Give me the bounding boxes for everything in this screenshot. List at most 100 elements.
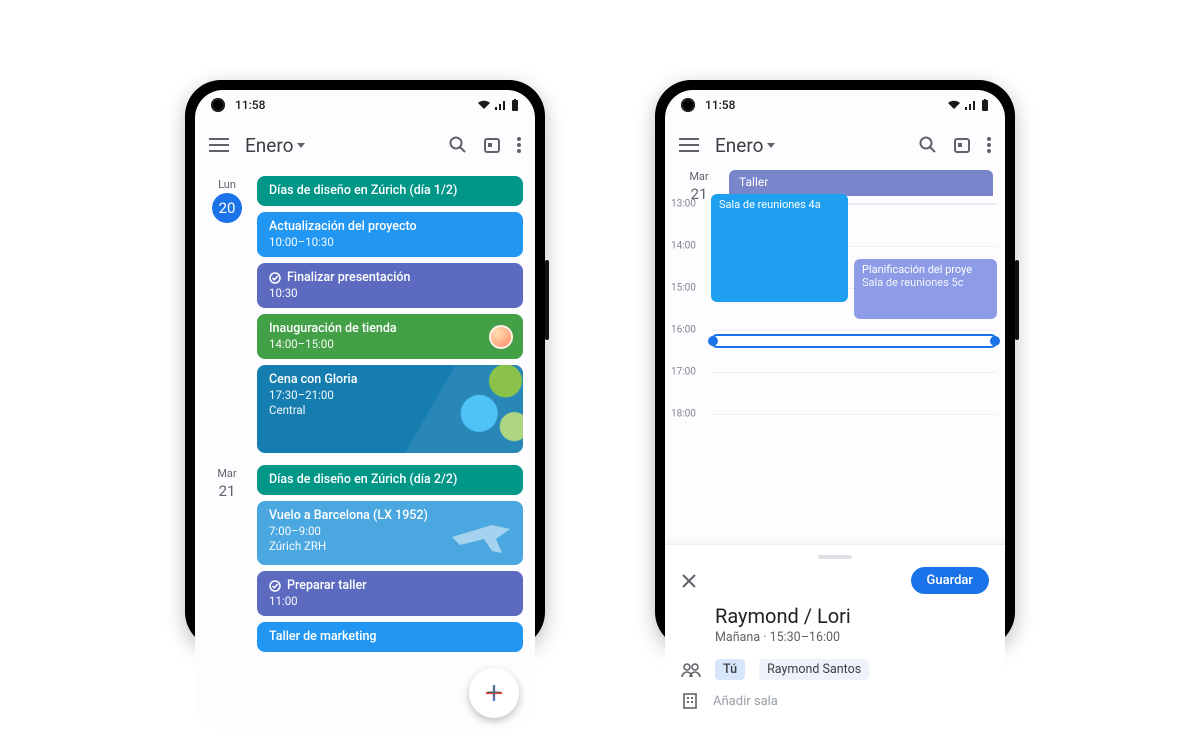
- month-label: Enero: [245, 134, 293, 157]
- battery-icon: [511, 99, 519, 111]
- events-col: Días de diseño en Zúrich (día 2/2) Vuelo …: [257, 465, 523, 658]
- airplane-icon: [447, 507, 517, 561]
- event-card[interactable]: Días de diseño en Zúrich (día 1/2): [257, 176, 523, 206]
- app-bar: Enero: [665, 120, 1005, 170]
- hour-line: [711, 330, 997, 331]
- more-vert-icon[interactable]: [987, 137, 991, 153]
- room-row[interactable]: Añadir sala: [681, 692, 989, 710]
- dow: Mar: [677, 170, 721, 183]
- schedule-list[interactable]: Lun 20 Días de diseño en Zúrich (día 1/2) A…: [195, 176, 535, 658]
- event-sub: Sala de reuniones 5c: [862, 276, 989, 289]
- event-card[interactable]: Inauguración de tienda14:00–15:00: [257, 314, 523, 359]
- event-title: Preparar taller: [269, 578, 511, 593]
- screen: 11:58 Enero Lun 20 Días de diseño en Zúric…: [195, 90, 535, 730]
- event-title: Días de diseño en Zúrich (día 1/2): [269, 183, 511, 198]
- status-bar: 11:58: [195, 90, 535, 120]
- screen: 11:58 Enero Mar 21 Taller: [665, 90, 1005, 730]
- search-icon[interactable]: [919, 136, 937, 154]
- battery-icon: [981, 99, 989, 111]
- status-time: 11:58: [235, 98, 265, 112]
- event-title: Planificación del proye: [862, 263, 989, 276]
- create-fab[interactable]: +: [469, 668, 519, 718]
- camera-hole-icon: [211, 98, 225, 112]
- day-label: Mar 21: [205, 465, 249, 658]
- event-time: 10:30: [269, 286, 511, 300]
- guest-chip-me[interactable]: Tú: [715, 659, 745, 680]
- event-card[interactable]: Actualización del proyecto10:00–10:30: [257, 212, 523, 257]
- event-title: Actualización del proyecto: [269, 219, 511, 234]
- allday-title: Taller: [739, 175, 768, 189]
- event-block[interactable]: Sala de reuniones 4a: [711, 194, 848, 302]
- allday-event[interactable]: Taller: [729, 170, 993, 196]
- event-title: Finalizar presentación: [269, 270, 511, 285]
- day-section: Lun 20 Días de diseño en Zúrich (día 1/2) A…: [205, 176, 523, 459]
- status-right: [477, 99, 519, 111]
- event-title: Sala de reuniones 4a: [719, 198, 840, 211]
- event-card[interactable]: Vuelo a Barcelona (LX 1952)7:00–9:00Zúri…: [257, 501, 523, 565]
- save-label: Guardar: [927, 573, 974, 588]
- chevron-down-icon: [297, 143, 305, 148]
- status-right: [947, 99, 989, 111]
- chevron-down-icon: [767, 143, 775, 148]
- event-title[interactable]: Raymond / Lori: [715, 604, 989, 628]
- event-time[interactable]: Mañana · 15:30–16:00: [715, 630, 989, 645]
- guests-row[interactable]: Tú Raymond Santos: [681, 659, 989, 680]
- event-title: Días de diseño en Zúrich (día 2/2): [269, 472, 511, 487]
- month-picker[interactable]: Enero: [715, 134, 775, 157]
- close-icon[interactable]: [681, 573, 697, 589]
- dom: 21: [205, 482, 249, 500]
- calendar-today-icon[interactable]: [953, 136, 971, 154]
- event-title: Taller de marketing: [269, 629, 511, 644]
- event-time: 14:00–15:00: [269, 337, 511, 351]
- dow: Mar: [205, 467, 249, 480]
- status-time: 11:58: [705, 98, 735, 112]
- signal-icon: [965, 100, 977, 110]
- app-bar: Enero: [195, 120, 535, 170]
- fab-plus: +: [487, 678, 502, 708]
- phone-left: 11:58 Enero Lun 20 Días de diseño en Zúric…: [185, 80, 545, 648]
- add-room-label: Añadir sala: [713, 694, 778, 709]
- event-card[interactable]: Finalizar presentación10:30: [257, 263, 523, 308]
- event-create-sheet: Guardar Raymond / Lori Mañana · 15:30–16…: [665, 544, 1005, 730]
- check-circle-icon: [269, 272, 281, 284]
- hour-label: 17:00: [671, 367, 696, 378]
- hour-line: [711, 372, 997, 373]
- attendee-avatar: [489, 325, 513, 349]
- phone-right: 11:58 Enero Mar 21 Taller: [655, 80, 1015, 648]
- event-time: 10:00–10:30: [269, 235, 511, 249]
- event-title: Inauguración de tienda: [269, 321, 511, 336]
- camera-hole-icon: [681, 98, 695, 112]
- event-block[interactable]: Planificación del proyeSala de reuniones…: [854, 259, 997, 319]
- day-section: Mar 21 Días de diseño en Zúrich (día 2/2) V…: [205, 465, 523, 658]
- room-icon: [681, 692, 699, 710]
- hour-label: 18:00: [671, 409, 696, 420]
- events-col: Días de diseño en Zúrich (día 1/2) Actual…: [257, 176, 523, 459]
- dow: Lun: [205, 178, 249, 191]
- search-icon[interactable]: [449, 136, 467, 154]
- hour-label: 16:00: [671, 325, 696, 336]
- hour-label: 14:00: [671, 241, 696, 252]
- event-card[interactable]: Días de diseño en Zúrich (día 2/2): [257, 465, 523, 495]
- save-button[interactable]: Guardar: [911, 567, 990, 594]
- status-bar: 11:58: [665, 90, 1005, 120]
- people-icon: [681, 662, 701, 678]
- month-label: Enero: [715, 134, 763, 157]
- menu-icon[interactable]: [209, 138, 229, 152]
- day-grid[interactable]: 13:0014:0015:0016:0017:0018:00Sala de re…: [711, 203, 997, 453]
- month-picker[interactable]: Enero: [245, 134, 305, 157]
- event-time: 11:00: [269, 594, 511, 608]
- guest-chip[interactable]: Raymond Santos: [759, 659, 869, 680]
- more-vert-icon[interactable]: [517, 137, 521, 153]
- sheet-handle[interactable]: [818, 555, 852, 559]
- hour-label: 13:00: [671, 199, 696, 210]
- signal-icon: [495, 100, 507, 110]
- menu-icon[interactable]: [679, 138, 699, 152]
- hour-line: [711, 414, 997, 415]
- event-card[interactable]: Cena con Gloria17:30–21:00Central: [257, 365, 523, 453]
- dom: 20: [212, 193, 242, 223]
- calendar-today-icon[interactable]: [483, 136, 501, 154]
- event-card[interactable]: Preparar taller11:00: [257, 571, 523, 616]
- day-label: Lun 20: [205, 176, 249, 459]
- time-selection[interactable]: [711, 334, 997, 348]
- illustration-icon: [377, 365, 523, 453]
